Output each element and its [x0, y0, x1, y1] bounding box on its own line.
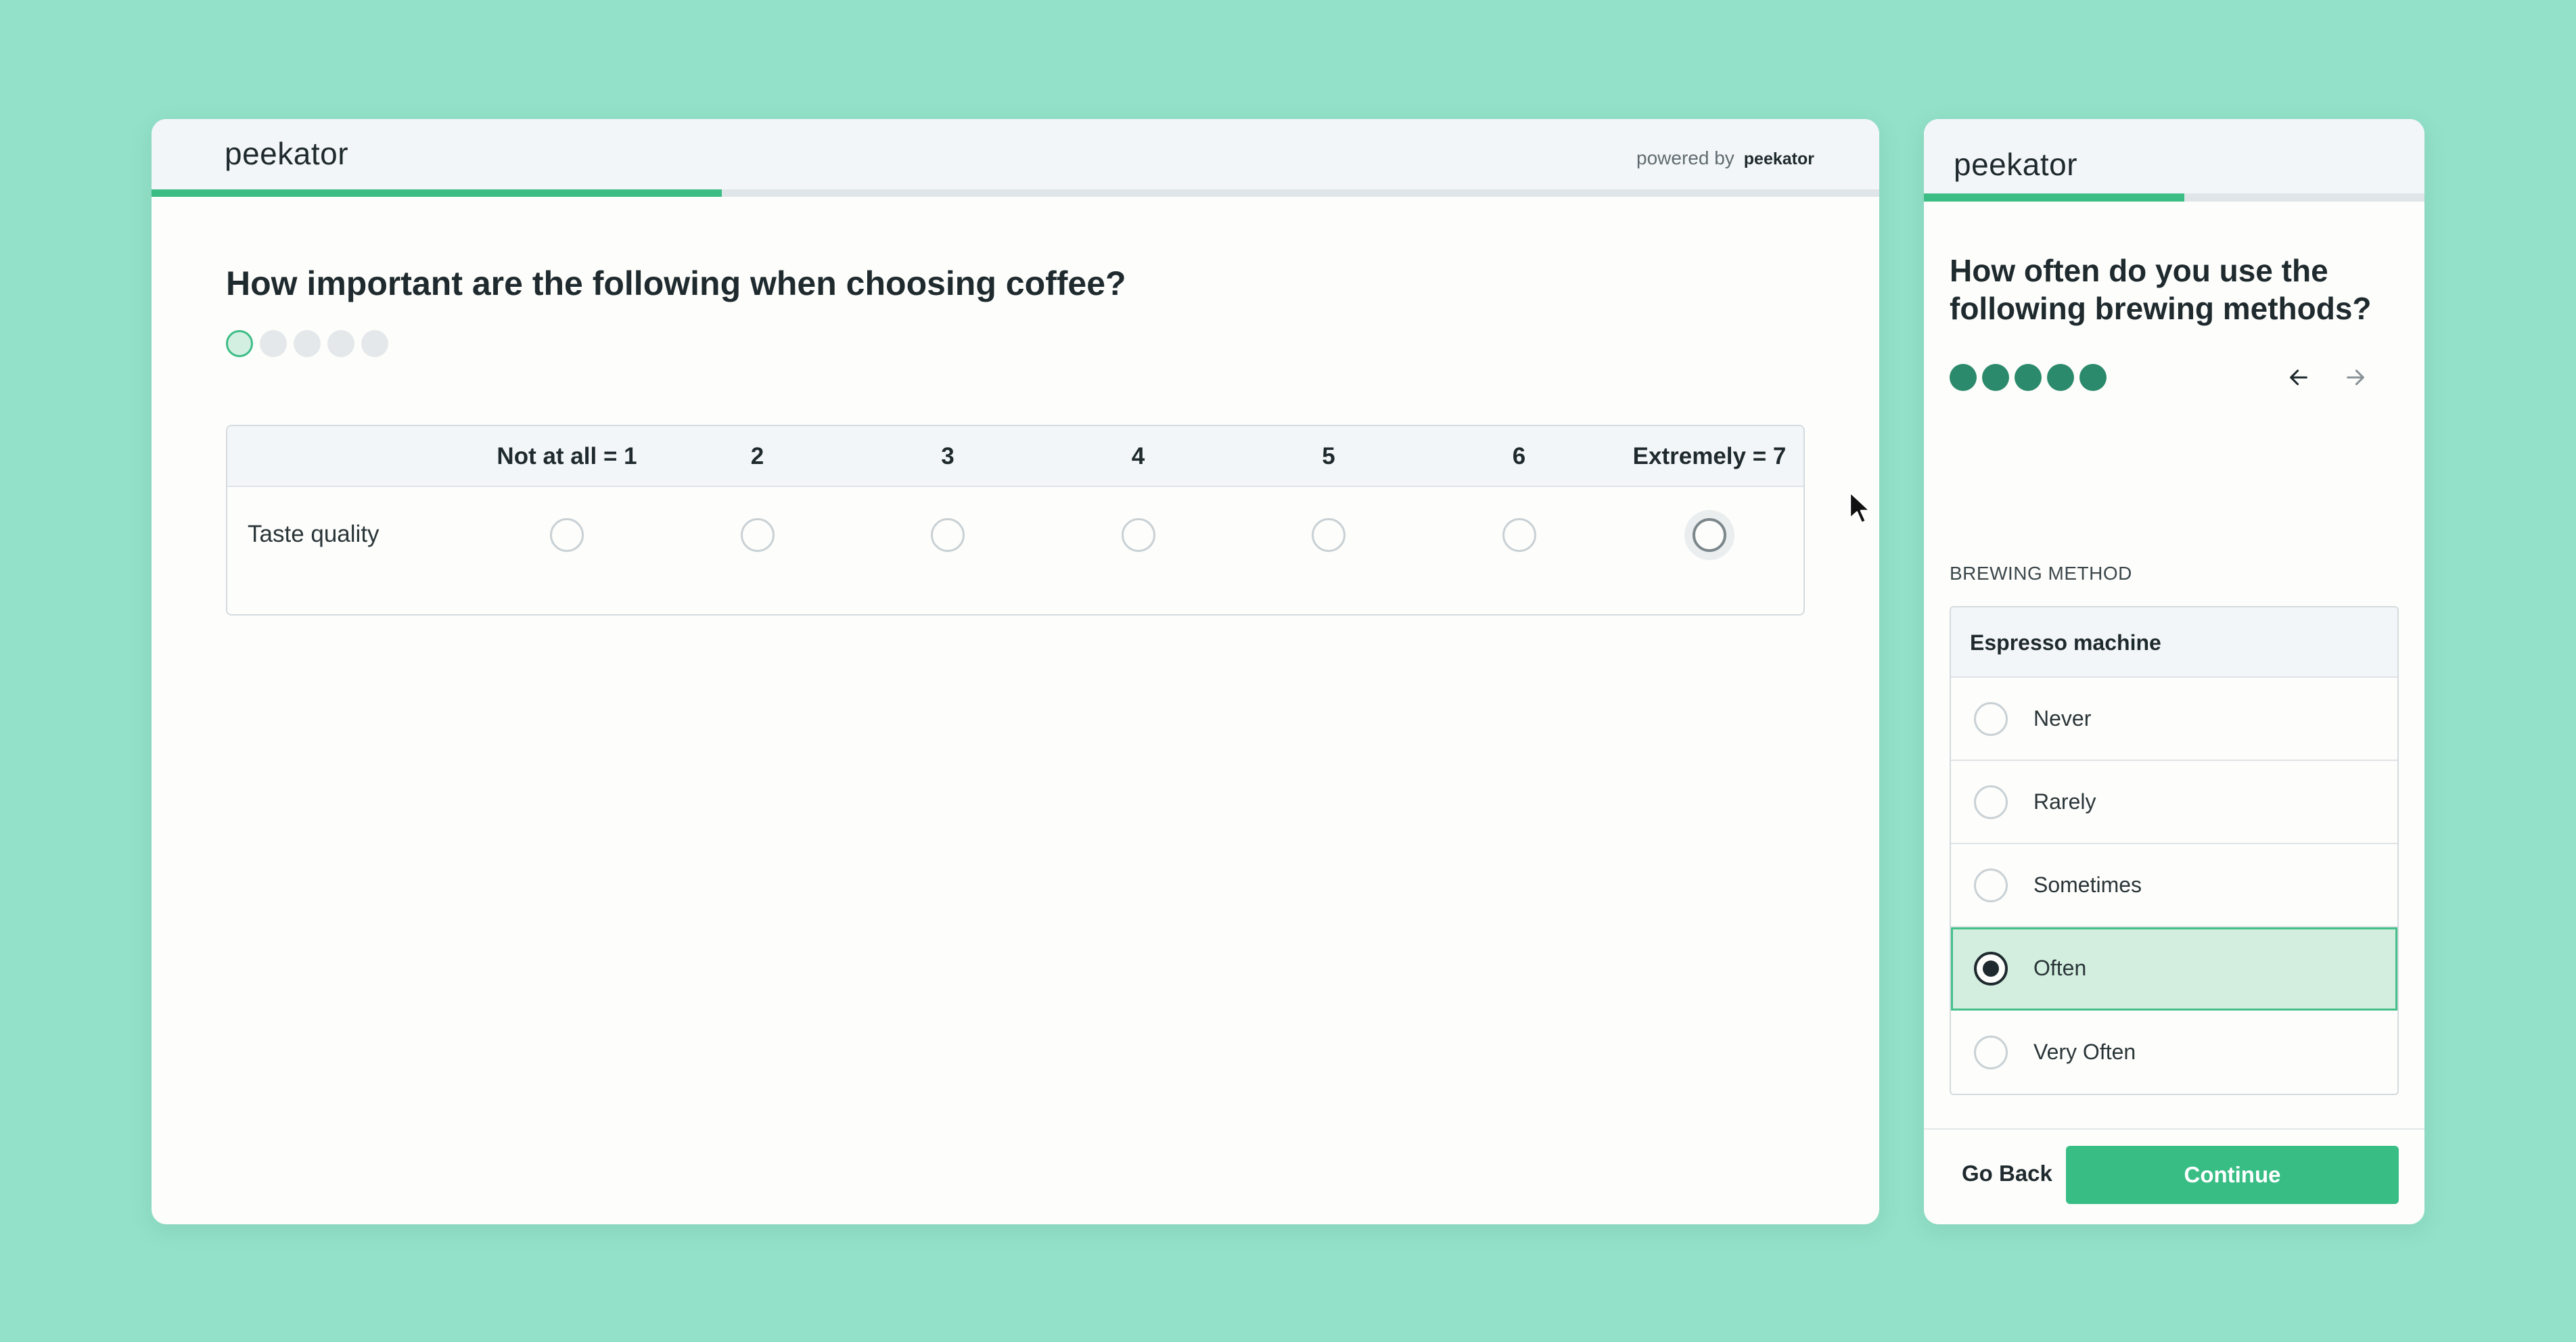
step-dot	[1950, 364, 1977, 391]
arrow-right-icon	[2347, 369, 2364, 386]
column-header: 2	[750, 443, 764, 469]
table-row: Taste quality	[227, 487, 1803, 614]
option-label: Rarely	[2033, 789, 2096, 814]
step-dot	[2079, 364, 2107, 391]
mouse-cursor-icon	[1849, 491, 1871, 524]
radio-button[interactable]	[1974, 1035, 2008, 1069]
column-header: Extremely = 7	[1632, 443, 1787, 469]
step-dot	[2047, 364, 2074, 391]
matrix-header-row: Not at all = 1 2 3 4 5 6 Extremely = 7	[227, 426, 1803, 487]
radio-button[interactable]	[1974, 951, 2008, 986]
option-label: Sometimes	[2033, 873, 2142, 897]
step-dot	[1982, 364, 2009, 391]
column-header: 5	[1322, 443, 1335, 469]
progress-bar	[152, 189, 1879, 197]
question-title: How often do you use the following brewi…	[1950, 253, 2372, 326]
survey-panel-mobile: peekator How often do you use the follow…	[1924, 119, 2424, 1224]
rating-radio[interactable]	[1502, 518, 1536, 552]
option-label: Never	[2033, 706, 2092, 731]
option-very-often[interactable]: Very Often	[1951, 1011, 2397, 1094]
option-never[interactable]: Never	[1951, 678, 2397, 761]
rating-radio[interactable]	[1693, 518, 1726, 552]
option-group-title: Espresso machine	[1951, 607, 2397, 678]
previous-item-button[interactable]	[2281, 360, 2316, 395]
progress-bar	[1924, 193, 2424, 202]
question-title: How important are the following when cho…	[226, 264, 1126, 302]
option-label: Often	[2033, 956, 2087, 980]
step-dot	[2015, 364, 2042, 391]
next-item-button[interactable]	[2338, 360, 2373, 395]
radio-button[interactable]	[1974, 785, 2008, 819]
section-label: BREWING METHOD	[1950, 563, 2132, 584]
rating-radio[interactable]	[550, 518, 584, 552]
column-header: 3	[941, 443, 954, 469]
step-dot	[361, 330, 388, 357]
rating-radio[interactable]	[1312, 518, 1346, 552]
step-dot	[226, 330, 253, 357]
continue-button[interactable]: Continue	[2066, 1146, 2399, 1204]
brand-logo: peekator	[225, 136, 349, 171]
panel-header: peekator	[1924, 119, 2424, 193]
rating-radio[interactable]	[1121, 518, 1155, 552]
panel-footer: Go Back Continue	[1924, 1128, 2424, 1224]
powered-by-logo: peekator	[1743, 149, 1814, 168]
option-label: Very Often	[2033, 1040, 2136, 1064]
panel-header: peekator powered by peekator	[152, 119, 1879, 189]
column-header: 6	[1512, 443, 1526, 469]
arrow-left-icon	[2290, 369, 2307, 386]
rating-matrix: Not at all = 1 2 3 4 5 6 Extremely = 7 Taste q…	[226, 425, 1805, 616]
go-back-button[interactable]: Go Back	[1962, 1161, 2052, 1186]
step-indicator	[226, 330, 388, 357]
progress-fill	[152, 189, 722, 197]
radio-button[interactable]	[1974, 868, 2008, 902]
powered-by: powered by peekator	[1636, 147, 1814, 169]
step-dot	[327, 330, 354, 357]
column-header: 4	[1131, 443, 1145, 469]
survey-panel-desktop: peekator powered by peekator How importa…	[152, 119, 1879, 1224]
step-dot	[294, 330, 321, 357]
progress-fill	[1924, 193, 2184, 202]
option-rarely[interactable]: Rarely	[1951, 761, 2397, 844]
powered-by-label: powered by	[1636, 147, 1734, 168]
option-list: Never Rarely Sometimes Often Very Often	[1951, 678, 2397, 1094]
rating-radio[interactable]	[931, 518, 965, 552]
rating-radio[interactable]	[740, 518, 775, 552]
option-often[interactable]: Often	[1951, 927, 2397, 1011]
step-indicator	[1950, 364, 2107, 391]
option-sometimes[interactable]: Sometimes	[1951, 844, 2397, 927]
brand-logo: peekator	[1954, 147, 2078, 182]
option-group: Espresso machine Never Rarely Sometimes Oft…	[1950, 606, 2399, 1095]
column-header: Not at all = 1	[497, 443, 637, 469]
row-label: Taste quality	[248, 521, 380, 547]
radio-button[interactable]	[1974, 701, 2008, 736]
step-dot	[260, 330, 287, 357]
